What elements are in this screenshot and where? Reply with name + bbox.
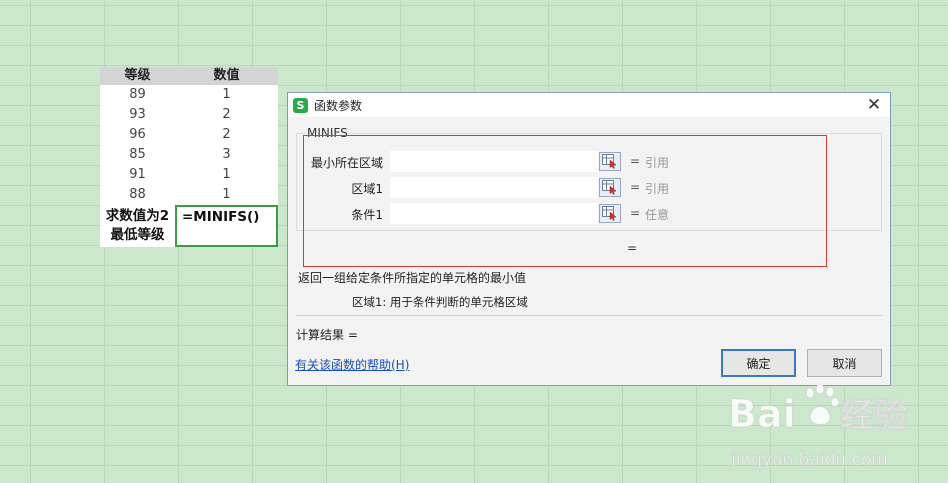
function-result-equals: = xyxy=(627,241,638,255)
range-picker-icon xyxy=(602,154,617,169)
param-row-range1: 区域1 = 引用 xyxy=(288,177,888,199)
min-range-input[interactable] xyxy=(390,151,598,172)
cancel-button[interactable]: 取消 xyxy=(807,349,882,377)
range1-input[interactable] xyxy=(390,177,598,198)
function-name-label: MINIFS xyxy=(306,126,349,140)
cell-grade[interactable]: 91 xyxy=(100,165,175,185)
parameter-description: 区域1: 用于条件判断的单元格区域 xyxy=(352,295,528,309)
result-row: 求数值为2 最低等级 =MINIFS() xyxy=(100,205,278,247)
baidu-logo-icon: Bai 经验 jingyan.baidu.com xyxy=(728,383,909,471)
function-help-link[interactable]: 有关该函数的帮助(H) xyxy=(295,356,409,373)
table-row: 93 2 xyxy=(100,105,278,125)
table-row: 85 3 xyxy=(100,145,278,165)
cell-grade[interactable]: 88 xyxy=(100,185,175,205)
result-label-line2: 最低等级 xyxy=(110,227,165,243)
svg-text:Bai: Bai xyxy=(728,392,796,436)
cell-value[interactable]: 3 xyxy=(175,145,278,165)
cell-grade[interactable]: 93 xyxy=(100,105,175,125)
svg-text:jingyan.baidu.com: jingyan.baidu.com xyxy=(730,450,888,470)
header-grade[interactable]: 等级 xyxy=(100,67,175,85)
range-picker-icon xyxy=(602,180,617,195)
cell-grade[interactable]: 89 xyxy=(100,85,175,105)
result-label-cell[interactable]: 求数值为2 最低等级 xyxy=(100,205,175,247)
table-header: 等级 数值 xyxy=(100,67,278,85)
param-type-hint: 引用 xyxy=(645,156,670,170)
spreadsheet-table: 等级 数值 89 1 93 2 96 2 85 3 91 1 88 1 求数值为… xyxy=(100,67,278,247)
table-row: 96 2 xyxy=(100,125,278,145)
table-row: 91 1 xyxy=(100,165,278,185)
active-formula-cell[interactable]: =MINIFS() xyxy=(175,205,278,247)
cell-value[interactable]: 1 xyxy=(175,85,278,105)
baidu-jingyan-watermark: Bai 经验 jingyan.baidu.com xyxy=(728,383,943,480)
svg-text:经验: 经验 xyxy=(840,396,908,436)
function-description: 返回一组给定条件所指定的单元格的最小值 xyxy=(298,271,527,285)
cell-grade[interactable]: 85 xyxy=(100,145,175,165)
header-value[interactable]: 数值 xyxy=(175,67,278,85)
function-arguments-dialog: S 函数参数 ✕ MINIFS 最小所在区域 = 引用 区域1 = 引用 条件1… xyxy=(287,92,891,386)
wps-sheet-icon: S xyxy=(293,97,308,113)
result-label-line1: 求数值为2 xyxy=(105,208,170,224)
param-label: 条件1 xyxy=(351,208,383,222)
ok-button[interactable]: 确定 xyxy=(721,349,796,377)
table-row: 89 1 xyxy=(100,85,278,105)
param-type-hint: 引用 xyxy=(645,182,670,196)
range-select-button[interactable] xyxy=(599,178,621,197)
param-row-min-range: 最小所在区域 = 引用 xyxy=(288,151,888,173)
param-equals: = xyxy=(630,206,641,220)
criteria1-input[interactable] xyxy=(390,203,598,224)
param-row-criteria1: 条件1 = 任意 xyxy=(288,203,888,225)
param-equals: = xyxy=(630,180,641,194)
param-label: 区域1 xyxy=(351,182,383,196)
close-icon[interactable]: ✕ xyxy=(864,95,884,115)
param-label: 最小所在区域 xyxy=(310,156,383,170)
divider xyxy=(296,315,882,316)
param-type-hint: 任意 xyxy=(645,208,670,222)
dialog-titlebar[interactable]: S 函数参数 ✕ xyxy=(288,93,890,117)
table-row: 88 1 xyxy=(100,185,278,205)
range-select-button[interactable] xyxy=(599,204,621,223)
cell-value[interactable]: 1 xyxy=(175,165,278,185)
cell-grade[interactable]: 96 xyxy=(100,125,175,145)
calculation-result: 计算结果 = xyxy=(296,328,358,342)
param-equals: = xyxy=(630,154,641,168)
range-select-button[interactable] xyxy=(599,152,621,171)
cell-value[interactable]: 2 xyxy=(175,125,278,145)
cell-value[interactable]: 2 xyxy=(175,105,278,125)
dialog-title: 函数参数 xyxy=(314,98,363,113)
cell-value[interactable]: 1 xyxy=(175,185,278,205)
range-picker-icon xyxy=(602,206,617,221)
